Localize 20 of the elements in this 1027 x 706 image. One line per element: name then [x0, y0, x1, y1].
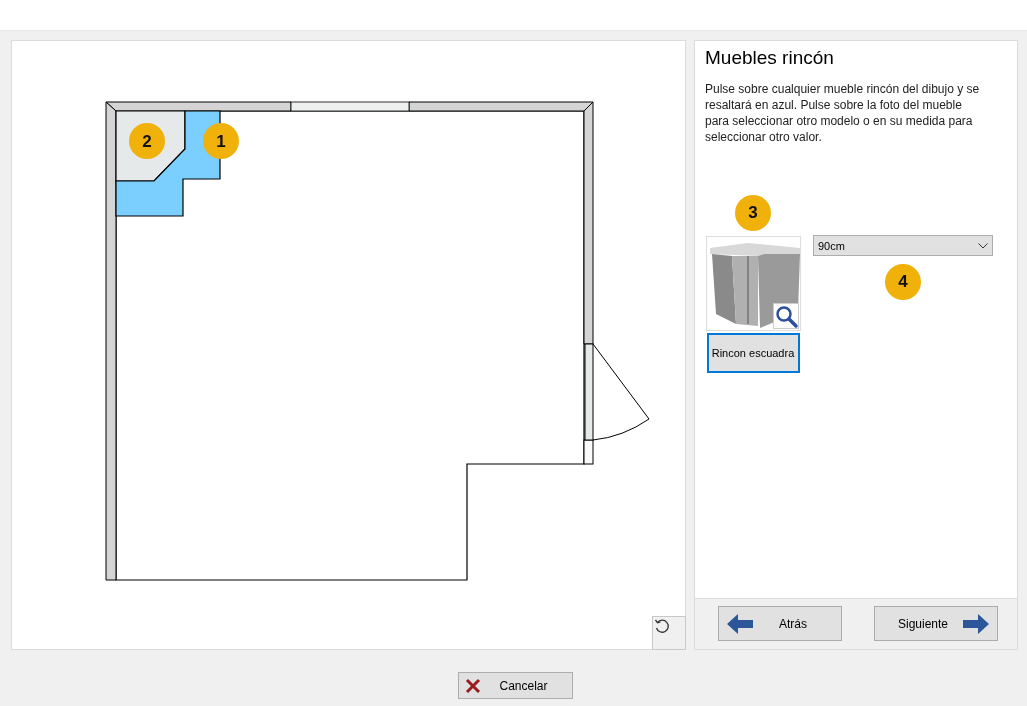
number-badge: 3: [735, 195, 771, 231]
next-button[interactable]: Siguiente: [874, 606, 998, 641]
arrow-left-icon: [727, 613, 753, 634]
chevron-down-icon: [978, 242, 988, 249]
panel-title: Muebles rincón: [705, 47, 835, 69]
instructions-text: Pulse sobre cualquier mueble rincón del dibujo y se resaltará en azul. Pulse sobre la foto del mueble para seleccionar otro modelo o en su medida para seleccionar otro valor.: [705, 81, 981, 145]
number-badge: 4: [885, 264, 921, 300]
rotate-button[interactable]: [652, 616, 686, 650]
close-icon: [465, 677, 481, 694]
wall: [583, 439, 594, 465]
floor-plan-canvas[interactable]: 2 1: [11, 40, 686, 650]
number-badge: 2: [129, 123, 165, 159]
back-button[interactable]: Atrás: [718, 606, 842, 641]
arrow-right-icon: [963, 613, 989, 634]
search-icon[interactable]: [772, 303, 799, 329]
model-button[interactable]: Rincon escuadra: [706, 333, 800, 373]
size-dropdown[interactable]: 90cm: [813, 235, 993, 256]
cancel-button[interactable]: Cancelar: [458, 672, 573, 699]
rotate-icon: [653, 617, 671, 635]
number-badge: 1: [203, 123, 239, 159]
